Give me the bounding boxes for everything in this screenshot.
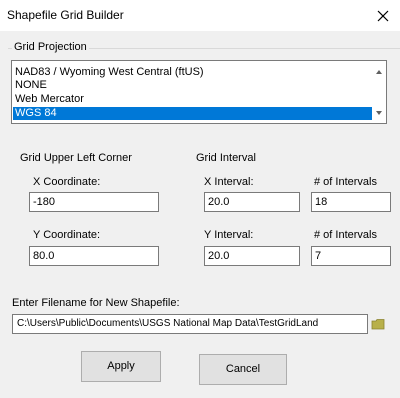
- projection-group-label: Grid Projection: [12, 41, 89, 53]
- x-intervals-count-input[interactable]: 18: [311, 192, 391, 212]
- y-interval-label: Y Interval:: [204, 229, 254, 241]
- x-coordinate-label: X Coordinate:: [33, 176, 101, 188]
- projection-option[interactable]: NONE: [13, 79, 373, 92]
- close-button[interactable]: [368, 1, 398, 30]
- filename-label: Enter Filename for New Shapefile:: [12, 297, 180, 309]
- x-interval-label: X Interval:: [204, 176, 254, 188]
- y-interval-input[interactable]: 20.0: [204, 246, 300, 266]
- folder-icon: [371, 319, 385, 330]
- apply-button[interactable]: Apply: [81, 351, 161, 382]
- interval-section-title: Grid Interval: [196, 152, 256, 164]
- filename-input[interactable]: C:\Users\Public\Documents\USGS National …: [12, 314, 368, 334]
- projection-option[interactable]: Web Mercator: [13, 93, 373, 106]
- y-intervals-count-label: # of Intervals: [314, 229, 377, 241]
- browse-button[interactable]: [369, 314, 387, 334]
- x-coordinate-input[interactable]: -180: [29, 192, 159, 212]
- title-bar: Shapefile Grid Builder: [0, 0, 400, 31]
- projection-option[interactable]: NAD83 / Wyoming West Central (ftUS): [13, 66, 373, 79]
- y-intervals-count-input[interactable]: 7: [311, 246, 391, 266]
- projection-option-selected[interactable]: WGS 84: [13, 107, 373, 120]
- projection-scrollbar[interactable]: [372, 61, 386, 123]
- scroll-down-arrow-icon[interactable]: [376, 111, 382, 115]
- close-icon: [377, 10, 389, 21]
- projection-listbox[interactable]: NAD83 / Wyoming West Central (ftUS) NONE…: [11, 60, 387, 124]
- x-intervals-count-label: # of Intervals: [314, 176, 377, 188]
- scroll-up-arrow-icon[interactable]: [376, 70, 382, 74]
- y-coordinate-label: Y Coordinate:: [33, 229, 101, 241]
- window-title: Shapefile Grid Builder: [7, 8, 124, 22]
- cancel-button[interactable]: Cancel: [199, 354, 287, 385]
- y-coordinate-input[interactable]: 80.0: [29, 246, 159, 266]
- corner-section-title: Grid Upper Left Corner: [20, 152, 132, 164]
- x-interval-input[interactable]: 20.0: [204, 192, 300, 212]
